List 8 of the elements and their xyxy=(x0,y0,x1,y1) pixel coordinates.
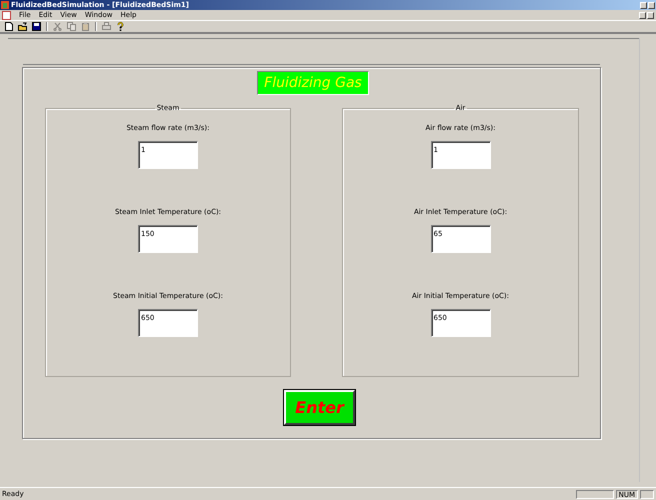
form-heading: Fluidizing Gas xyxy=(257,71,369,95)
status-pane xyxy=(576,490,614,498)
document-icon[interactable] xyxy=(4,22,13,31)
save-icon[interactable] xyxy=(32,22,41,31)
app-icon xyxy=(1,1,9,9)
folder-icon[interactable] xyxy=(18,22,27,31)
question-mark-icon[interactable] xyxy=(116,22,125,31)
status-pane xyxy=(640,490,654,498)
